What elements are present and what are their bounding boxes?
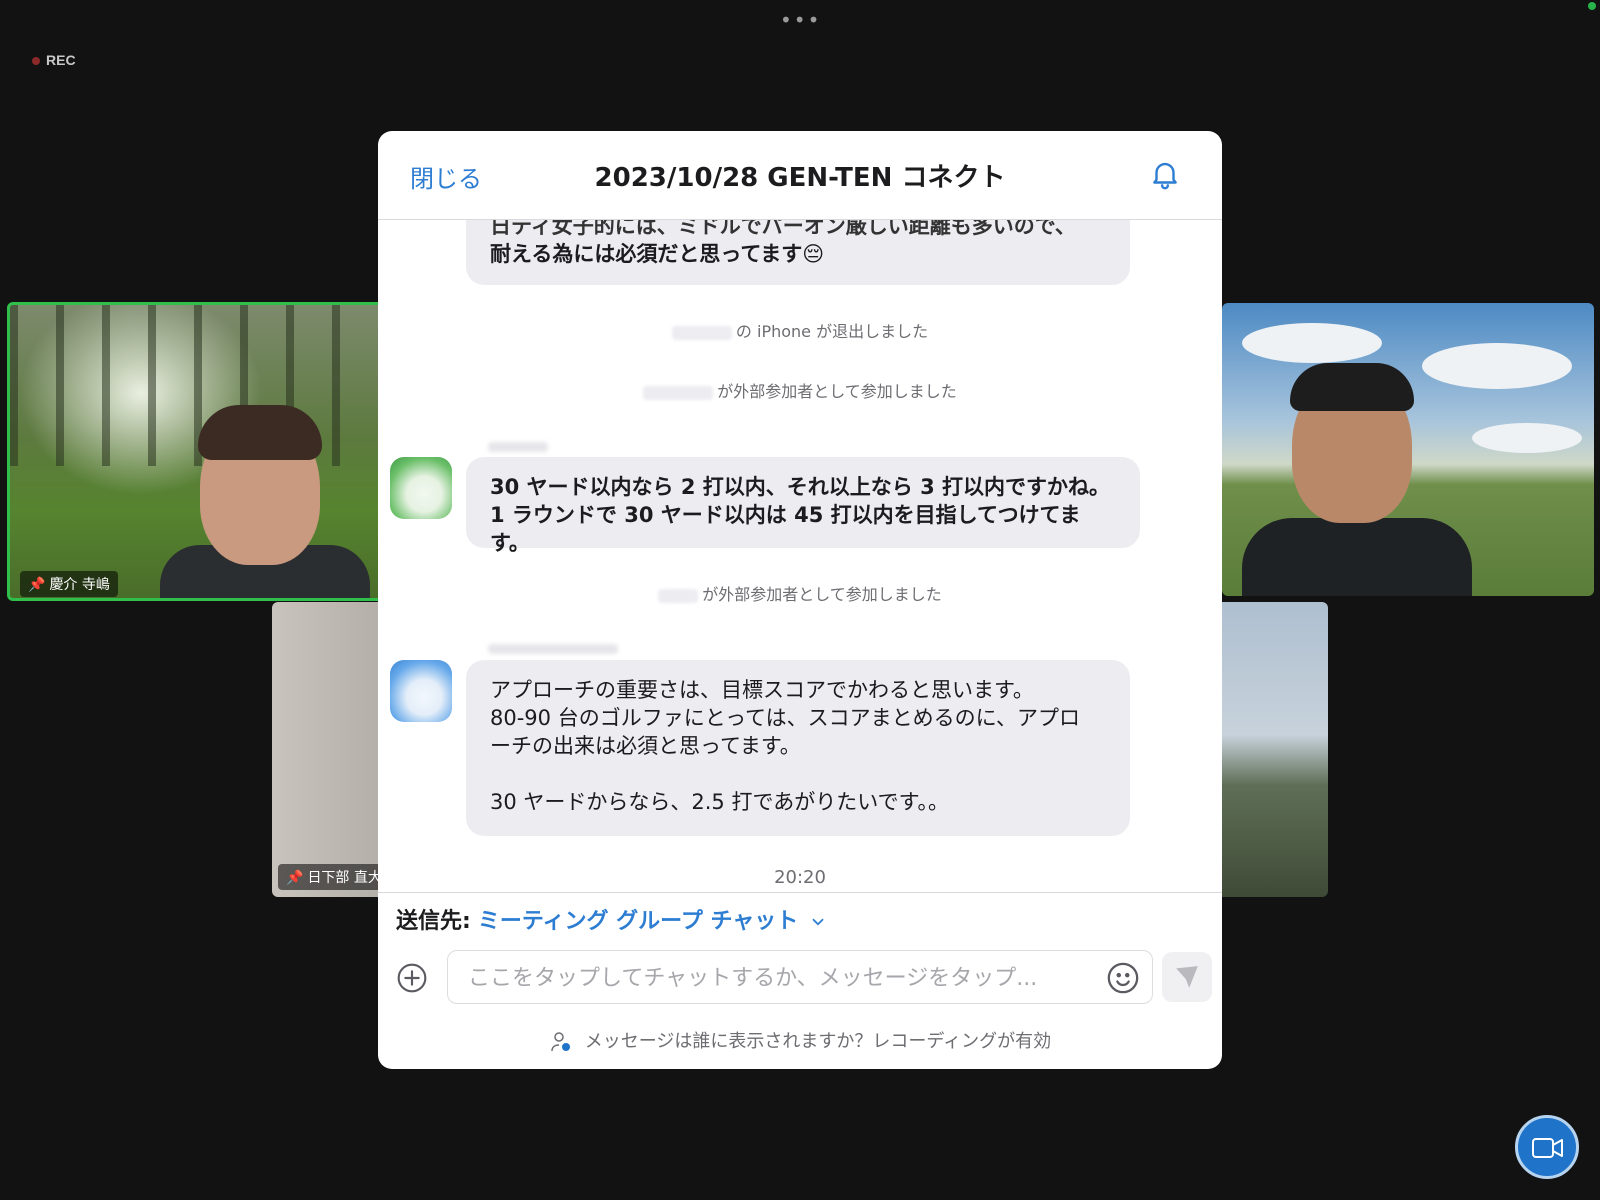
plus-icon[interactable]: [396, 962, 428, 998]
sender-name: [488, 442, 548, 452]
chevron-down-icon[interactable]: [809, 913, 827, 931]
video-tile-participant[interactable]: [1222, 602, 1328, 897]
system-message: が外部参加者として参加しました: [378, 581, 1222, 605]
avatar[interactable]: [390, 457, 452, 519]
camera-button[interactable]: [1515, 1115, 1579, 1179]
rec-dot-icon: [32, 57, 40, 66]
chat-input[interactable]: [466, 951, 1090, 1005]
message-list[interactable]: 日ティ女子的には、ミドルでパーオン厳しい距離も多いので、 耐える為には必須だと思…: [378, 220, 1222, 892]
system-message: が外部参加者として参加しました: [378, 378, 1222, 402]
rec-label: REC: [46, 52, 76, 68]
timestamp: 20:20: [774, 867, 826, 888]
pin-icon: 📌: [28, 577, 46, 593]
privacy-notice[interactable]: メッセージは誰に表示されますか？レコーディングが有効: [378, 1027, 1222, 1054]
chat-message[interactable]: 日ティ女子的には、ミドルでパーオン厳しい距離も多いので、 耐える為には必須だと思…: [466, 220, 1130, 285]
send-button[interactable]: [1162, 952, 1212, 1002]
chat-message[interactable]: 30 ヤード以内なら 2 打以内、それ以上なら 3 打以内ですかね。 1 ラウン…: [466, 457, 1140, 555]
chat-title: 2023/10/28 GEN-TEN コネクト: [594, 163, 1006, 193]
sender-name: [488, 644, 618, 654]
participant-name-tag: 📌 日下部 直大: [278, 864, 384, 890]
send-icon: [1176, 966, 1198, 988]
recording-indicator: REC: [32, 52, 76, 68]
chat-message[interactable]: アプローチの重要さは、目標スコアでかわると思います。 80-90 台のゴルファに…: [466, 660, 1130, 836]
status-dot-icon: [1588, 2, 1596, 10]
recipient-selector[interactable]: 送信先: ミーティング グループ チャット: [396, 903, 827, 935]
video-tile-participant[interactable]: [1222, 303, 1594, 596]
pin-icon: 📌: [286, 870, 304, 886]
recipient-value[interactable]: ミーティング グループ チャット: [478, 909, 798, 934]
video-tile-participant[interactable]: 📌 日下部 直大: [272, 602, 384, 897]
avatar[interactable]: [390, 660, 452, 722]
emoji-icon[interactable]: [1106, 961, 1140, 999]
compose-area: 送信先: ミーティング グループ チャット メッセージは誰に表示されますか？レコ…: [378, 892, 1222, 1069]
system-message: の iPhone が退出しました: [378, 318, 1222, 342]
recipient-label: 送信先:: [396, 909, 471, 934]
more-options-button[interactable]: •••: [780, 8, 821, 32]
chat-panel: 閉じる 2023/10/28 GEN-TEN コネクト 日ティ女子的には、ミドル…: [378, 131, 1222, 1069]
person-info-icon: [551, 1032, 570, 1052]
participant-name-tag: 📌 慶介 寺嶋: [20, 571, 118, 597]
video-tile-active-speaker[interactable]: 📌 慶介 寺嶋: [7, 302, 387, 601]
bell-icon[interactable]: [1148, 157, 1182, 195]
chat-header: 閉じる 2023/10/28 GEN-TEN コネクト: [378, 131, 1222, 220]
chat-input-box[interactable]: [447, 950, 1153, 1005]
camera-icon: [1532, 1138, 1563, 1158]
